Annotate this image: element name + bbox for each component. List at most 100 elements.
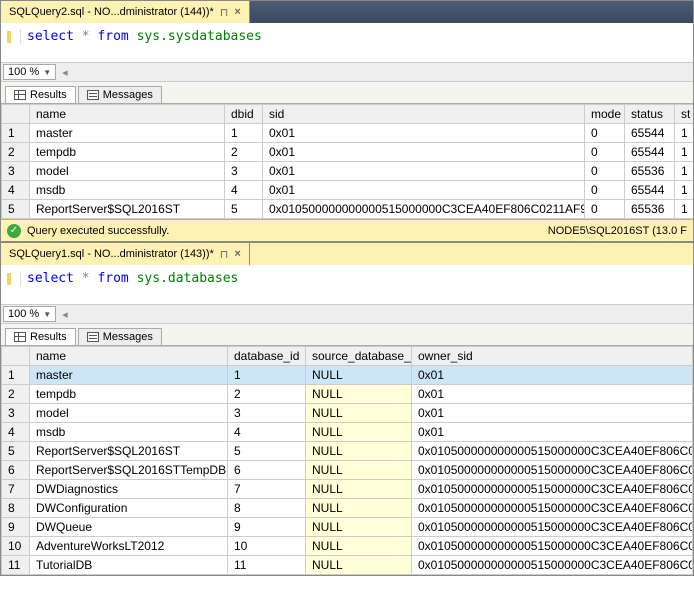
cell-source-db[interactable]: NULL <box>306 442 412 461</box>
cell-sid[interactable]: 0x01 <box>263 143 585 162</box>
cell-owner-sid[interactable]: 0x010500000000000515000000C3CEA40EF806C0… <box>412 442 693 461</box>
cell-status[interactable]: 65536 <box>625 162 675 181</box>
cell-mode[interactable]: 0 <box>585 181 625 200</box>
cell-sid[interactable]: 0x01 <box>263 162 585 181</box>
table-row[interactable]: 5ReportServer$SQL2016ST50x01050000000000… <box>2 200 694 219</box>
cell-name[interactable]: ReportServer$SQL2016ST <box>30 442 228 461</box>
pane1-query-text[interactable]: select * from sys.sysdatabases <box>21 29 262 44</box>
cell-owner-sid[interactable]: 0x010500000000000515000000C3CEA40EF806C0… <box>412 518 693 537</box>
zoom-combo[interactable]: 100 % ▼ <box>3 306 56 322</box>
table-row[interactable]: 1master10x010655441 <box>2 124 694 143</box>
tab-messages[interactable]: Messages <box>78 86 162 103</box>
table-row[interactable]: 4msdb4NULL0x01 <box>2 423 693 442</box>
pane2-grid[interactable]: name database_id source_database_id owne… <box>1 346 693 575</box>
cell-dbid[interactable]: 3 <box>225 162 263 181</box>
cell-sid[interactable]: 0x01 <box>263 124 585 143</box>
col-rownum[interactable] <box>2 347 30 366</box>
cell-name[interactable]: tempdb <box>30 385 228 404</box>
cell-owner-sid[interactable]: 0x010500000000000515000000C3CEA40EF806C0… <box>412 537 693 556</box>
cell-owner-sid[interactable]: 0x01 <box>412 404 693 423</box>
col-owner-sid[interactable]: owner_sid <box>412 347 693 366</box>
cell-name[interactable]: model <box>30 404 228 423</box>
tab-results[interactable]: Results <box>5 86 76 103</box>
pin-icon[interactable]: ⊓ <box>220 248 229 261</box>
cell-database-id[interactable]: 2 <box>228 385 306 404</box>
scroll-left-icon[interactable]: ◂ <box>58 66 72 79</box>
tab-messages[interactable]: Messages <box>78 328 162 345</box>
col-name[interactable]: name <box>30 347 228 366</box>
zoom-combo[interactable]: 100 % ▼ <box>3 64 56 80</box>
cell-name[interactable]: DWDiagnostics <box>30 480 228 499</box>
cell-database-id[interactable]: 11 <box>228 556 306 575</box>
cell-database-id[interactable]: 1 <box>228 366 306 385</box>
cell-status[interactable]: 65544 <box>625 124 675 143</box>
close-icon[interactable]: × <box>234 248 240 260</box>
cell-name[interactable]: tempdb <box>30 143 225 162</box>
cell-name[interactable]: master <box>30 124 225 143</box>
cell-name[interactable]: master <box>30 366 228 385</box>
cell-sid[interactable]: 0x010500000000000515000000C3CEA40EF806C0… <box>263 200 585 219</box>
col-mode[interactable]: mode <box>585 105 625 124</box>
col-database-id[interactable]: database_id <box>228 347 306 366</box>
cell-mode[interactable]: 0 <box>585 143 625 162</box>
table-row[interactable]: 2tempdb2NULL0x01 <box>2 385 693 404</box>
col-status[interactable]: status <box>625 105 675 124</box>
table-row[interactable]: 8DWConfiguration8NULL0x01050000000000051… <box>2 499 693 518</box>
table-row[interactable]: 4msdb40x010655441 <box>2 181 694 200</box>
cell-name[interactable]: AdventureWorksLT2012 <box>30 537 228 556</box>
table-row[interactable]: 2tempdb20x010655441 <box>2 143 694 162</box>
cell-database-id[interactable]: 6 <box>228 461 306 480</box>
table-row[interactable]: 11TutorialDB11NULL0x01050000000000051500… <box>2 556 693 575</box>
table-row[interactable]: 9DWQueue9NULL0x010500000000000515000000C… <box>2 518 693 537</box>
close-icon[interactable]: × <box>234 6 240 18</box>
col-sid[interactable]: sid <box>263 105 585 124</box>
cell-database-id[interactable]: 9 <box>228 518 306 537</box>
cell-status[interactable]: 65544 <box>625 143 675 162</box>
cell-database-id[interactable]: 10 <box>228 537 306 556</box>
cell-owner-sid[interactable]: 0x01 <box>412 385 693 404</box>
pane2-editor[interactable]: select * from sys.databases <box>1 265 693 304</box>
col-st[interactable]: st <box>675 105 694 124</box>
pin-icon[interactable]: ⊓ <box>220 6 229 19</box>
cell-source-db[interactable]: NULL <box>306 518 412 537</box>
col-rownum[interactable] <box>2 105 30 124</box>
cell-st[interactable]: 1 <box>675 143 694 162</box>
col-dbid[interactable]: dbid <box>225 105 263 124</box>
cell-name[interactable]: msdb <box>30 423 228 442</box>
cell-mode[interactable]: 0 <box>585 200 625 219</box>
cell-owner-sid[interactable]: 0x01 <box>412 366 693 385</box>
col-name[interactable]: name <box>30 105 225 124</box>
cell-source-db[interactable]: NULL <box>306 423 412 442</box>
cell-source-db[interactable]: NULL <box>306 385 412 404</box>
cell-source-db[interactable]: NULL <box>306 499 412 518</box>
pane1-tab[interactable]: SQLQuery2.sql - NO...dministrator (144))… <box>1 1 250 23</box>
cell-name[interactable]: TutorialDB <box>30 556 228 575</box>
cell-name[interactable]: DWQueue <box>30 518 228 537</box>
pane1-grid[interactable]: name dbid sid mode status st 1master10x0… <box>1 104 693 219</box>
cell-status[interactable]: 65536 <box>625 200 675 219</box>
cell-source-db[interactable]: NULL <box>306 461 412 480</box>
cell-owner-sid[interactable]: 0x01 <box>412 423 693 442</box>
table-row[interactable]: 3model3NULL0x01 <box>2 404 693 423</box>
cell-source-db[interactable]: NULL <box>306 404 412 423</box>
table-row[interactable]: 6ReportServer$SQL2016STTempDB6NULL0x0105… <box>2 461 693 480</box>
cell-name[interactable]: model <box>30 162 225 181</box>
table-row[interactable]: 10AdventureWorksLT201210NULL0x0105000000… <box>2 537 693 556</box>
pane2-query-text[interactable]: select * from sys.databases <box>21 271 238 286</box>
cell-mode[interactable]: 0 <box>585 162 625 181</box>
cell-source-db[interactable]: NULL <box>306 556 412 575</box>
cell-source-db[interactable]: NULL <box>306 366 412 385</box>
cell-source-db[interactable]: NULL <box>306 537 412 556</box>
cell-database-id[interactable]: 4 <box>228 423 306 442</box>
cell-st[interactable]: 1 <box>675 181 694 200</box>
cell-database-id[interactable]: 5 <box>228 442 306 461</box>
cell-dbid[interactable]: 4 <box>225 181 263 200</box>
cell-owner-sid[interactable]: 0x010500000000000515000000C3CEA40EF806C0… <box>412 480 693 499</box>
cell-name[interactable]: ReportServer$SQL2016STTempDB <box>30 461 228 480</box>
cell-owner-sid[interactable]: 0x010500000000000515000000C3CEA40EF806C0… <box>412 461 693 480</box>
table-row[interactable]: 1master1NULL0x01 <box>2 366 693 385</box>
cell-dbid[interactable]: 5 <box>225 200 263 219</box>
cell-database-id[interactable]: 7 <box>228 480 306 499</box>
cell-status[interactable]: 65544 <box>625 181 675 200</box>
cell-dbid[interactable]: 1 <box>225 124 263 143</box>
